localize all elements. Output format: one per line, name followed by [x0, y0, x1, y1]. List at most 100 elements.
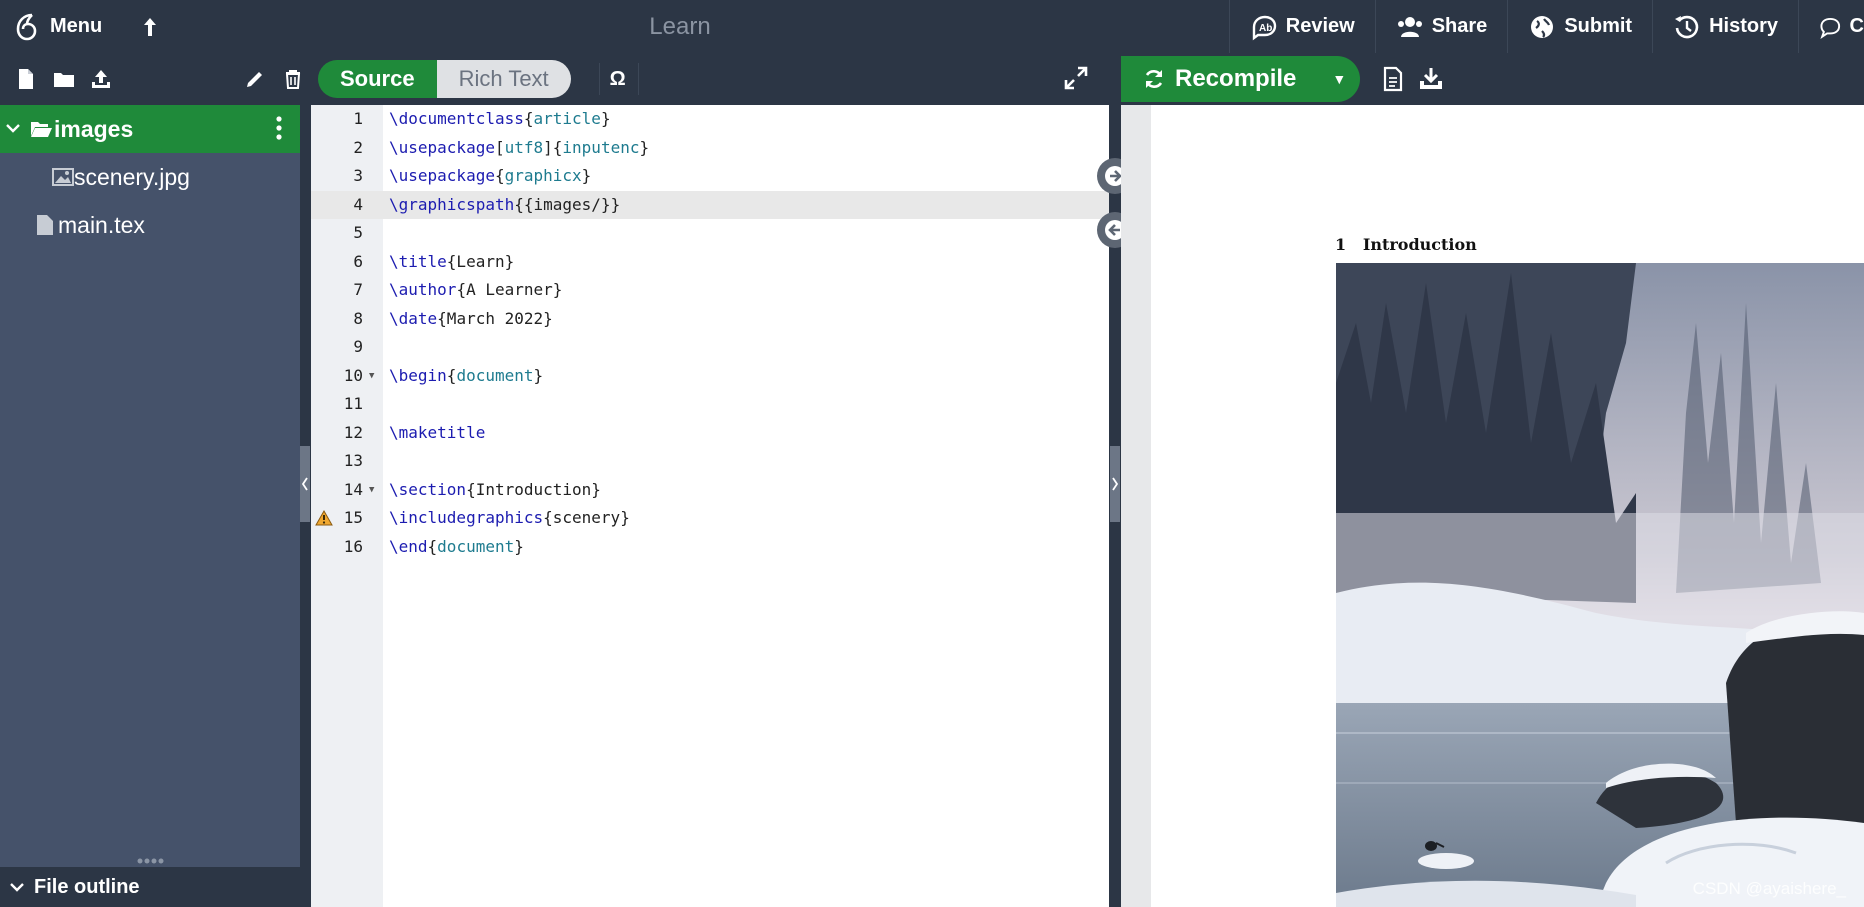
image-file-icon	[52, 168, 74, 186]
file-outline-label: File outline	[34, 875, 140, 898]
code-line[interactable]: 4 \graphicspath{{images/}}	[311, 190, 1109, 220]
code-line[interactable]: 6 \title{Learn}	[311, 248, 1109, 277]
new-folder-button[interactable]	[52, 67, 76, 91]
file-tree: images scenery.jpg main.tex File outline	[0, 105, 300, 907]
code-line[interactable]: 15 \includegraphics{scenery}	[311, 504, 1109, 533]
recompile-options-caret-icon[interactable]: ▼	[1332, 71, 1346, 87]
pdf-section-heading: 1 Introduction	[1335, 235, 1477, 254]
latex-argument: article	[533, 109, 601, 128]
submit-label: Submit	[1564, 15, 1633, 37]
file-outline-toggle[interactable]: File outline	[0, 867, 300, 907]
collapse-file-tree-button[interactable]	[300, 446, 310, 522]
delete-button[interactable]	[281, 67, 305, 91]
pencil-icon	[247, 72, 263, 87]
download-pdf-icon[interactable]	[1418, 66, 1444, 92]
chevron-down-icon[interactable]	[6, 120, 30, 138]
file-item-scenery[interactable]: scenery.jpg	[0, 153, 300, 201]
new-file-button[interactable]	[14, 67, 38, 91]
line-number: 14	[343, 479, 363, 499]
project-title: Learn	[649, 13, 711, 40]
line-number: 3	[353, 166, 363, 185]
rename-button[interactable]	[244, 67, 268, 91]
folder-images[interactable]: images	[0, 105, 300, 153]
share-users-icon	[1397, 16, 1422, 37]
chevron-down-icon	[10, 883, 24, 892]
menu-button[interactable]: Menu	[0, 0, 102, 53]
history-button[interactable]: History	[1652, 0, 1798, 53]
code-editor[interactable]: 1 \documentclass { article} 2 \usepackage[utf…	[311, 105, 1109, 907]
code-text: {Learn}	[446, 251, 515, 271]
refresh-icon	[1145, 70, 1163, 88]
latex-command: \author	[389, 280, 457, 299]
folder-label: images	[54, 115, 134, 142]
chat-label: C	[1849, 15, 1864, 37]
code-line[interactable]: 8 \date{March 2022}	[311, 305, 1109, 334]
code-text: {{images/}}	[514, 194, 621, 214]
latex-command: \title	[389, 251, 447, 271]
code-line[interactable]: 13	[311, 447, 1109, 476]
new-folder-icon	[53, 73, 74, 87]
view-logs-icon[interactable]	[1380, 66, 1406, 92]
chevron-right-icon	[1112, 477, 1119, 491]
latex-command: \includegraphics	[389, 508, 544, 527]
fold-caret-icon[interactable]: ▼	[369, 362, 374, 391]
latex-command: \documentclass	[389, 109, 524, 128]
code-text: }	[600, 109, 611, 128]
warning-icon[interactable]	[315, 510, 333, 526]
code-line[interactable]: 2 \usepackage[utf8]{inputenc}	[311, 134, 1109, 163]
pdf-viewer[interactable]: 1 Introduction CSDN @ayaishere_	[1121, 105, 1864, 907]
history-label: History	[1709, 15, 1778, 37]
expand-icon[interactable]	[1063, 65, 1089, 91]
code-line[interactable]: 14 ▼ \section{Introduction}	[311, 476, 1109, 505]
back-to-projects-button[interactable]	[128, 0, 172, 53]
line-code: \date{March 2022}	[389, 305, 553, 334]
latex-command: \usepackage	[389, 166, 495, 185]
code-line[interactable]: 9	[311, 333, 1109, 362]
line-number: 5	[353, 223, 363, 242]
line-number: 6	[353, 251, 363, 271]
pdf-toolbar: Recompile ▼	[1121, 53, 1864, 105]
kebab-menu-icon[interactable]	[276, 115, 282, 141]
latex-command: \begin	[389, 365, 447, 385]
code-text: {Introduction}	[466, 479, 601, 499]
code-text: {scenery}	[543, 508, 630, 527]
code-line[interactable]: 3 \usepackage{graphicx}	[311, 162, 1109, 191]
source-mode-button[interactable]: Source	[318, 60, 437, 98]
fold-caret-icon[interactable]: ▼	[369, 476, 374, 505]
menu-label: Menu	[50, 15, 103, 37]
file-label: scenery.jpg	[74, 163, 190, 190]
collapse-pdf-button[interactable]	[1110, 446, 1120, 522]
code-line[interactable]: 12 \maketitle	[311, 419, 1109, 448]
resize-handle-icon[interactable]	[136, 857, 166, 865]
chat-button[interactable]: C	[1798, 0, 1864, 53]
code-text: {	[427, 536, 438, 556]
document-file-icon	[37, 215, 53, 235]
code-text: }	[514, 536, 524, 556]
latex-argument: document	[456, 365, 534, 385]
latex-command: \end	[389, 536, 428, 556]
review-button[interactable]: Ab Review	[1228, 0, 1375, 53]
arrow-up-icon	[144, 17, 157, 36]
code-line[interactable]: 16 \end{document}	[311, 533, 1109, 562]
latex-argument: utf8	[504, 137, 544, 157]
recompile-button[interactable]: Recompile ▼	[1121, 56, 1361, 102]
symbol-palette-button[interactable]: Ω	[598, 63, 639, 95]
code-line[interactable]: 7 \author{A Learner}	[311, 276, 1109, 305]
share-button[interactable]: Share	[1374, 0, 1508, 53]
submit-button[interactable]: Submit	[1507, 0, 1652, 53]
code-line[interactable]: 10 ▼ \begin{document}	[311, 362, 1109, 391]
code-line[interactable]: 11	[311, 390, 1109, 419]
code-line[interactable]: 5	[311, 219, 1109, 248]
line-number: 1	[353, 109, 363, 128]
code-text: ]{	[543, 137, 563, 157]
code-text: }	[533, 365, 544, 385]
file-item-main-tex[interactable]: main.tex	[0, 201, 300, 249]
upload-button[interactable]	[89, 67, 113, 91]
line-number: 8	[353, 308, 363, 328]
review-label: Review	[1285, 15, 1355, 37]
chat-icon	[1820, 17, 1841, 39]
rich-text-mode-button[interactable]: Rich Text	[436, 60, 571, 98]
code-line[interactable]: 1 \documentclass{article}	[311, 105, 1109, 134]
line-code: \graphicspath{{images/}}	[389, 191, 620, 220]
new-file-icon	[18, 69, 33, 89]
